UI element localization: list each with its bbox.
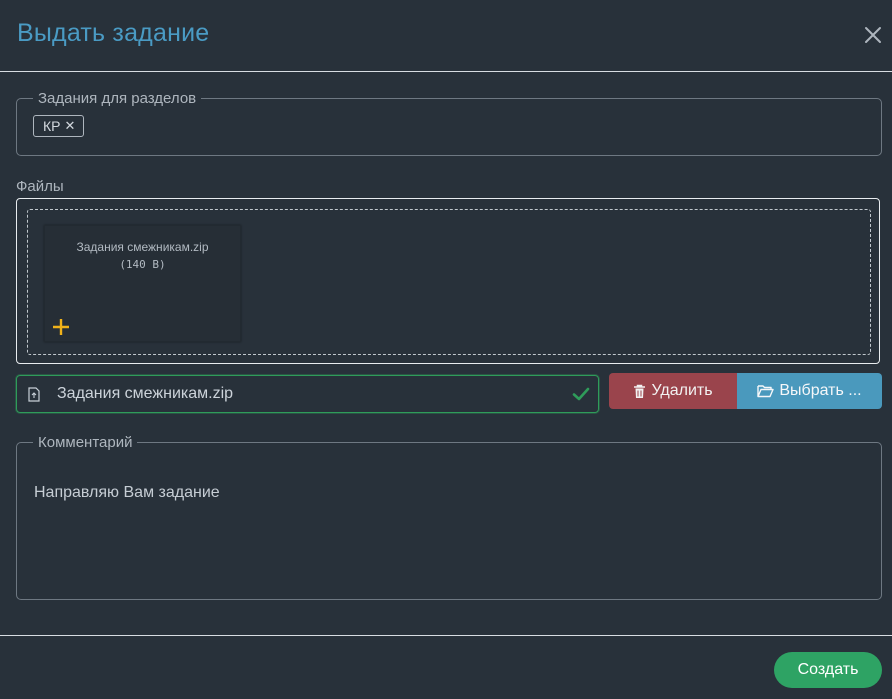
comment-legend: Комментарий bbox=[38, 434, 133, 451]
plus-icon[interactable] bbox=[52, 318, 70, 336]
trash-icon bbox=[634, 384, 646, 398]
file-preview-name: Задания смежникам.zip bbox=[76, 240, 209, 254]
comment-field[interactable]: Комментарий Направляю Вам задание bbox=[16, 434, 882, 600]
selected-file-input[interactable]: Задания смежникам.zip bbox=[16, 375, 599, 413]
section-tag: КР ✕ bbox=[33, 115, 85, 137]
dialog-header: Выдать задание bbox=[0, 0, 892, 72]
choose-file-button[interactable]: Выбрать ... bbox=[737, 373, 882, 409]
section-tag-label: КР bbox=[43, 118, 61, 134]
delete-file-label: Удалить bbox=[651, 382, 713, 399]
check-icon bbox=[572, 387, 590, 401]
remove-tag-icon[interactable]: ✕ bbox=[65, 118, 76, 134]
close-button[interactable] bbox=[861, 23, 885, 47]
file-dropzone[interactable]: Задания смежникам.zip (140 B) bbox=[27, 209, 871, 355]
folder-open-icon bbox=[757, 385, 775, 398]
dialog-title: Выдать задание bbox=[17, 19, 210, 47]
footer-divider bbox=[0, 635, 892, 636]
file-upload-icon bbox=[28, 387, 40, 402]
files-label: Файлы bbox=[16, 178, 64, 195]
sections-field: Задания для разделов КР ✕ bbox=[16, 90, 882, 156]
comment-text[interactable]: Направляю Вам задание bbox=[34, 484, 220, 502]
file-preview: Задания смежникам.zip (140 B) bbox=[44, 225, 241, 342]
file-preview-size: (140 B) bbox=[119, 258, 166, 271]
create-button[interactable]: Создать bbox=[774, 652, 882, 688]
close-icon bbox=[865, 27, 881, 43]
delete-file-button[interactable]: Удалить bbox=[609, 373, 737, 409]
selected-file-name: Задания смежникам.zip bbox=[57, 385, 234, 402]
files-panel: Задания смежникам.zip (140 B) bbox=[16, 198, 880, 364]
sections-legend: Задания для разделов bbox=[38, 90, 197, 107]
choose-file-label: Выбрать ... bbox=[779, 382, 862, 399]
